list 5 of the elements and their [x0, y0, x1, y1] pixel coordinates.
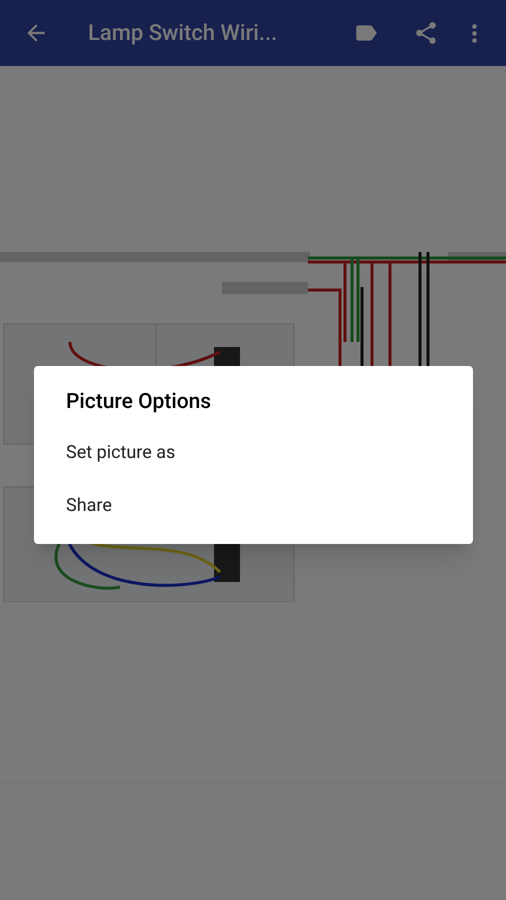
- dialog-option[interactable]: Share: [66, 479, 441, 532]
- more-options-icon: [472, 24, 476, 42]
- dialog-option[interactable]: Set picture as: [66, 426, 441, 479]
- dialog-title: Picture Options: [66, 389, 212, 416]
- app-bar-title: Lamp Switch Wiri...: [88, 20, 278, 48]
